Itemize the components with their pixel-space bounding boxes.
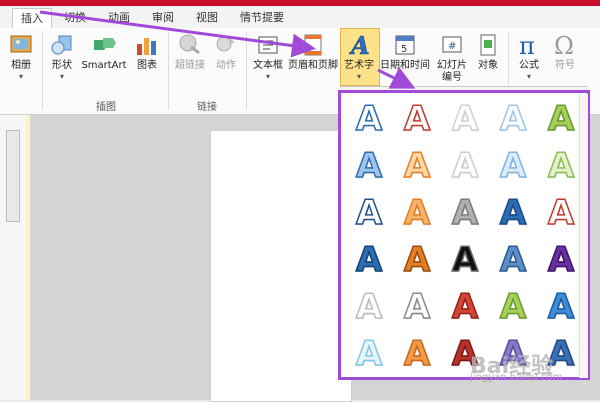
slide-number-label: 幻灯片 (437, 60, 467, 71)
date-time-label: 日期和时间 (380, 60, 430, 71)
smartart-button[interactable]: SmartArt (80, 32, 128, 72)
header-footer-button[interactable]: 页眉和页脚 (288, 32, 338, 72)
textbox-label: 文本框 (253, 60, 283, 71)
shapes-icon (49, 32, 75, 58)
chart-button[interactable]: 图表 (130, 32, 164, 72)
symbol-label: 符号 (555, 60, 575, 71)
smartart-icon (91, 32, 117, 58)
slide-number-label-line2: 编号 (442, 72, 462, 83)
tab-storyboard[interactable]: 情节提要 (234, 8, 290, 28)
wordart-style-option[interactable]: A (397, 145, 437, 187)
hyperlink-button[interactable]: 超链接 (172, 32, 208, 72)
slide-number-icon: # (439, 32, 465, 58)
date-time-icon: 5 (392, 32, 418, 58)
wordart-style-option[interactable]: A (541, 192, 581, 234)
slide-page (210, 130, 352, 402)
group-label-links: 链接 (197, 102, 217, 113)
wordart-style-option[interactable]: A (397, 239, 437, 281)
wordart-icon: A (346, 31, 372, 61)
action-label: 动作 (216, 60, 236, 71)
tab-insert[interactable]: 插入 (12, 8, 52, 29)
equation-button[interactable]: π 公式 ▾ (512, 32, 546, 82)
wordart-style-option[interactable]: A (397, 98, 437, 140)
wordart-style-option[interactable]: A (541, 145, 581, 187)
textbox-button[interactable]: 文本框 ▾ (250, 32, 286, 82)
chevron-down-icon: ▾ (59, 72, 64, 81)
chevron-down-icon: ▾ (18, 72, 23, 81)
photo-album-button[interactable]: 相册 ▾ (4, 32, 38, 82)
wordart-gallery: AAAAAAAAAAAAAAAAAAAAAAAAAAAAAA (338, 90, 590, 380)
action-icon (213, 32, 239, 58)
wordart-style-option[interactable]: A (445, 239, 485, 281)
wordart-style-option[interactable]: A (493, 98, 533, 140)
chevron-down-icon: ▾ (526, 72, 531, 81)
equation-icon: π (516, 32, 542, 60)
chevron-down-icon: ▾ (356, 72, 361, 81)
textbox-icon (255, 32, 281, 58)
wordart-style-option[interactable]: A (445, 98, 485, 140)
wordart-style-option[interactable]: A (445, 192, 485, 234)
svg-text:#: # (448, 41, 456, 52)
group-divider (168, 32, 169, 110)
group-divider (42, 32, 43, 110)
wordart-style-option[interactable]: A (349, 333, 389, 375)
tab-view[interactable]: 视图 (190, 8, 224, 28)
wordart-style-option[interactable]: A (445, 145, 485, 187)
wordart-style-option[interactable]: A (397, 286, 437, 328)
group-label-illustrations: 插图 (96, 102, 116, 113)
hyperlink-label: 超链接 (175, 60, 205, 71)
wordart-style-option[interactable]: A (493, 286, 533, 328)
date-time-button[interactable]: 5 日期和时间 (380, 32, 430, 72)
group-divider (246, 32, 247, 110)
wordart-style-option[interactable]: A (349, 98, 389, 140)
slide-number-button[interactable]: # 幻灯片 编号 (432, 32, 472, 84)
wordart-style-option[interactable]: A (541, 239, 581, 281)
thumbnail-scrollbar[interactable] (6, 130, 20, 222)
ribbon-tab-bar: 插入 切换 动画 审阅 视图 情节提要 (0, 6, 600, 29)
wordart-style-option[interactable]: A (541, 286, 581, 328)
photo-album-icon (8, 32, 34, 58)
watermark-url: jingyan.baidu.com (470, 372, 563, 383)
svg-text:5: 5 (401, 44, 407, 55)
wordart-style-option[interactable]: A (445, 286, 485, 328)
header-footer-label: 页眉和页脚 (288, 60, 338, 71)
wordart-style-option[interactable]: A (349, 239, 389, 281)
smartart-label: SmartArt (81, 60, 127, 71)
wordart-style-option[interactable]: A (349, 286, 389, 328)
action-button[interactable]: 动作 (210, 32, 242, 72)
header-footer-icon (300, 32, 326, 58)
svg-text:π: π (519, 32, 535, 58)
shapes-label: 形状 (52, 60, 72, 71)
wordart-style-option[interactable]: A (397, 333, 437, 375)
svg-text:Ω: Ω (554, 32, 574, 58)
wordart-style-option[interactable]: A (397, 192, 437, 234)
gallery-scrollbar[interactable] (579, 94, 588, 378)
wordart-style-option[interactable]: A (349, 145, 389, 187)
wordart-style-option[interactable]: A (349, 192, 389, 234)
hyperlink-icon (177, 32, 203, 58)
svg-text:A: A (349, 32, 370, 58)
object-label: 对象 (478, 60, 498, 71)
tab-animations[interactable]: 动画 (102, 8, 136, 28)
wordart-style-option[interactable]: A (493, 192, 533, 234)
shapes-button[interactable]: 形状 ▾ (46, 32, 78, 82)
symbol-button[interactable]: Ω 符号 (548, 32, 582, 72)
tab-transitions[interactable]: 切换 (58, 8, 92, 28)
chevron-down-icon: ▾ (265, 72, 270, 81)
wordart-style-option[interactable]: A (493, 145, 533, 187)
object-icon (475, 32, 501, 58)
symbol-icon: Ω (552, 32, 578, 60)
wordart-label: 艺术字 (344, 60, 374, 71)
pane-edge (26, 115, 30, 400)
tab-review[interactable]: 审阅 (146, 8, 180, 28)
object-button[interactable]: 对象 (472, 32, 504, 72)
wordart-button[interactable]: A 艺术字 ▾ (340, 31, 378, 82)
equation-label: 公式 (519, 60, 539, 71)
chart-label: 图表 (137, 60, 157, 71)
chart-icon (134, 32, 160, 58)
wordart-style-option[interactable]: A (493, 239, 533, 281)
photo-album-label: 相册 (11, 60, 31, 71)
wordart-style-option[interactable]: A (541, 98, 581, 140)
